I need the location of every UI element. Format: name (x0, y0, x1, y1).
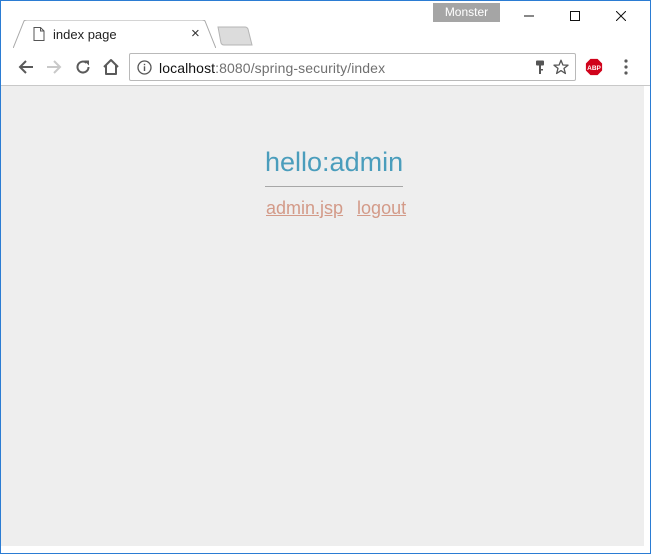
key-icon[interactable] (534, 60, 546, 75)
close-icon (616, 11, 626, 21)
back-arrow-icon (18, 60, 33, 74)
close-window-button[interactable] (598, 1, 644, 31)
svg-text:ABP: ABP (587, 65, 601, 72)
logout-link[interactable]: logout (357, 198, 406, 218)
browser-toolbar: localhost:8080/spring-security/index ABP (1, 48, 650, 86)
profile-badge[interactable]: Monster (433, 3, 500, 22)
admin-jsp-link[interactable]: admin.jsp (266, 198, 343, 218)
url-host: localhost (159, 60, 216, 76)
page-content: hello:admin admin.jsp logout (1, 86, 644, 546)
home-icon (103, 59, 119, 75)
forward-arrow-icon (47, 60, 62, 74)
adblock-plus-icon[interactable]: ABP (585, 58, 603, 76)
title-bar: Monster index page × (1, 1, 650, 49)
forward-button[interactable] (43, 56, 65, 78)
tab-title: index page (53, 27, 117, 42)
minimize-button[interactable] (506, 1, 552, 31)
reload-icon (76, 60, 90, 74)
reload-button[interactable] (72, 56, 94, 78)
kebab-menu-icon[interactable] (619, 58, 633, 76)
url-path: :8080/spring-security/index (215, 60, 386, 76)
address-bar[interactable]: localhost:8080/spring-security/index (129, 53, 576, 81)
home-button[interactable] (100, 56, 122, 78)
tab-index-page[interactable]: index page × (13, 20, 216, 49)
minimize-icon (524, 15, 534, 17)
back-button[interactable] (15, 56, 37, 78)
greeting-heading: hello:admin (265, 147, 404, 187)
new-tab-button[interactable] (215, 26, 255, 46)
maximize-icon (570, 11, 580, 21)
info-icon[interactable] (137, 60, 152, 75)
tab-close-icon[interactable]: × (191, 26, 200, 42)
url-text[interactable]: localhost:8080/spring-security/index (159, 60, 385, 76)
links-row: admin.jsp logout (266, 198, 406, 219)
maximize-button[interactable] (552, 1, 598, 31)
star-icon[interactable] (553, 59, 569, 75)
browser-window: Monster index page × localhost:8080/spri… (0, 0, 651, 554)
page-icon (33, 27, 45, 41)
